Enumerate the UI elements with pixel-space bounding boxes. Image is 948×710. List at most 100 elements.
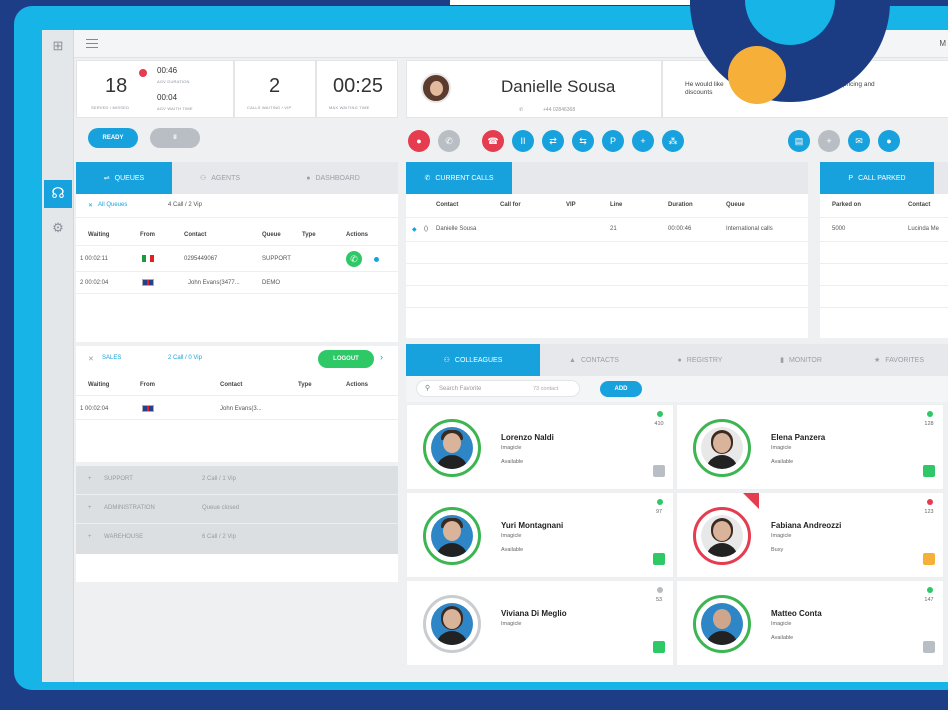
other-queues-list: + SUPPORT 2 Call / 1 Vip + ADMINISTRATIO… (76, 466, 398, 554)
colleague-card[interactable]: Viviana Di Meglio Imagicle 53 (406, 580, 674, 666)
queue-filter-label[interactable]: All Queues (98, 202, 127, 208)
max-wait-value: 00:25 (333, 75, 384, 97)
col-contact: Contact (908, 202, 931, 208)
clock-icon: ● (677, 356, 682, 364)
tab-colleagues[interactable]: ⚇ COLLEAGUES (406, 344, 540, 376)
calendar-icon[interactable] (923, 465, 935, 477)
decor-orange-dot (728, 46, 786, 104)
queues-table: ✕ All Queues 4 Call / 2 Vip Waiting From… (76, 194, 398, 342)
notes-button[interactable]: ▤ (788, 130, 810, 152)
colleague-status: Available (771, 459, 794, 465)
add-contact-button[interactable]: + (818, 130, 840, 152)
col-call-for: Call for (500, 202, 521, 208)
parked-tabbar: P CALL PARKED (820, 162, 948, 194)
row-contact: Danielle Sousa (436, 226, 477, 232)
queue-filter-row: ✕ All Queues 4 Call / 2 Vip (76, 194, 398, 218)
tab-favorites[interactable]: ★ FAVORITES (850, 344, 948, 376)
hold-button[interactable]: II (512, 130, 534, 152)
col-queue: Queue (726, 202, 745, 208)
users-icon: ⚇ (443, 357, 450, 364)
grid-icon[interactable]: ⊞ (50, 38, 66, 54)
row-queue: International calls (726, 226, 773, 232)
presence-dot (657, 411, 663, 417)
calendar-icon[interactable] (653, 641, 665, 653)
record-button[interactable]: ● (408, 130, 430, 152)
email-button[interactable]: ✉ (848, 130, 870, 152)
park-button[interactable]: P (602, 130, 624, 152)
headset-icon[interactable]: ☊ (44, 180, 72, 208)
add-call-button[interactable]: + (632, 130, 654, 152)
colleague-card[interactable]: Fabiana Andreozzi Imagicle Busy 123 (676, 492, 944, 578)
tab-agents[interactable]: ⚇ AGENTS (172, 162, 268, 194)
search-input[interactable]: ⚲ Search Favorite 73 contact (416, 380, 580, 397)
colleague-name: Matteo Conta (771, 609, 822, 618)
caller-note-line1: He would like (685, 81, 724, 88)
contact-count: 73 contact (533, 386, 559, 392)
add-favorite-button[interactable]: ADD (600, 381, 642, 397)
transfer-button[interactable]: ⇄ (542, 130, 564, 152)
vip-dot (374, 257, 379, 262)
caller-phone: +44 02846368 (543, 107, 576, 113)
calendar-icon[interactable] (653, 553, 665, 565)
row-contact: 0295449067 (184, 256, 218, 262)
colleague-card[interactable]: Yuri Montagnani Imagicle Available 97 (406, 492, 674, 578)
list-item[interactable]: + SUPPORT 2 Call / 1 Vip (76, 466, 398, 495)
colleague-extension: 97 (655, 509, 663, 515)
dtmf-button[interactable]: ⁂ (662, 130, 684, 152)
colleague-card[interactable]: Matteo Conta Imagicle Available 147 (676, 580, 944, 666)
table-row[interactable]: 1 00:02:04 John Evans(3... (76, 398, 398, 420)
chat-button[interactable]: ● (878, 130, 900, 152)
colleague-name: Elena Panzera (771, 433, 826, 442)
avg-wait-label: AGV WAITH TIME (157, 106, 193, 111)
col-type: Type (298, 382, 312, 388)
ready-button[interactable]: READY (88, 128, 138, 148)
calendar-icon[interactable] (923, 641, 935, 653)
tab-dashboard[interactable]: ● DASHBOARD (268, 162, 398, 194)
col-duration: Duration (668, 202, 693, 208)
avg-duration-value: 00:46 (157, 66, 178, 75)
list-item[interactable]: + WAREHOUSE 6 Call / 2 Vip (76, 524, 398, 554)
list-item[interactable]: + ADMINISTRATION Queue closed (76, 495, 398, 524)
row-queue: DEMO (262, 280, 280, 286)
table-row[interactable]: ◆ () Danielle Sousa 21 00:00:46 Internat… (406, 218, 808, 242)
tab-current-calls[interactable]: ✆ CURRENT CALLS (406, 162, 512, 194)
max-wait-box: 00:25 MAX WAITING TIME (316, 60, 398, 118)
hangup-button[interactable]: ☎ (482, 130, 504, 152)
colleague-status: Available (501, 547, 524, 553)
colleague-card[interactable]: Elena Panzera Imagicle Available 128 (676, 404, 944, 490)
conference-button[interactable]: ⇆ (572, 130, 594, 152)
settings-icon[interactable]: ⚙ (50, 220, 66, 236)
queue-filter-count: 4 Call / 2 Vip (168, 202, 202, 208)
tab-queues[interactable]: ⇌ QUEUES (76, 162, 172, 194)
presence-dot (927, 499, 933, 505)
col-actions: Actions (346, 232, 369, 238)
tab-call-parked[interactable]: P CALL PARKED (820, 162, 934, 194)
hamburger-icon[interactable] (86, 39, 98, 48)
italy-flag-icon (142, 255, 154, 262)
empty-row (820, 242, 948, 264)
avatar (693, 507, 751, 565)
calendar-icon[interactable] (653, 465, 665, 477)
tab-monitor[interactable]: ▮ MONITOR (752, 344, 850, 376)
collapse-icon[interactable]: ✕ (88, 355, 94, 363)
calendar-icon[interactable] (923, 553, 935, 565)
answer-call-icon[interactable]: ✆ (346, 251, 362, 267)
table-row[interactable]: 1 00:02:11 0295449067 SUPPORT ✆ (76, 248, 398, 272)
col-parked-on: Parked on (832, 202, 862, 208)
logout-button[interactable]: LOGOUT (318, 350, 374, 368)
colleague-org: Imagicle (771, 621, 792, 627)
sales-count: 2 Call / 0 Vip (168, 355, 202, 361)
table-row[interactable]: 5000 Lucinda Me (820, 218, 948, 242)
row-waiting: 2 00:02:04 (80, 280, 109, 286)
served-stat-box: 18 SERVED / MISSED 00:46 AGV DURATION 00… (76, 60, 234, 118)
tab-registry[interactable]: ● REGISTRY (648, 344, 752, 376)
close-filter-icon[interactable]: ✕ (88, 202, 93, 209)
call-button[interactable]: ✆ (438, 130, 460, 152)
colleague-extension: 128 (924, 421, 934, 427)
chevron-right-icon[interactable]: › (380, 352, 383, 362)
table-row[interactable]: 2 00:02:04 John Evans(3477... DEMO (76, 272, 398, 294)
colleague-card[interactable]: Lorenzo Naldi Imagicle Available 410 (406, 404, 674, 490)
pause-button[interactable]: II (150, 128, 200, 148)
tab-contacts[interactable]: ▲ CONTACTS (540, 344, 648, 376)
empty-row (406, 264, 808, 286)
